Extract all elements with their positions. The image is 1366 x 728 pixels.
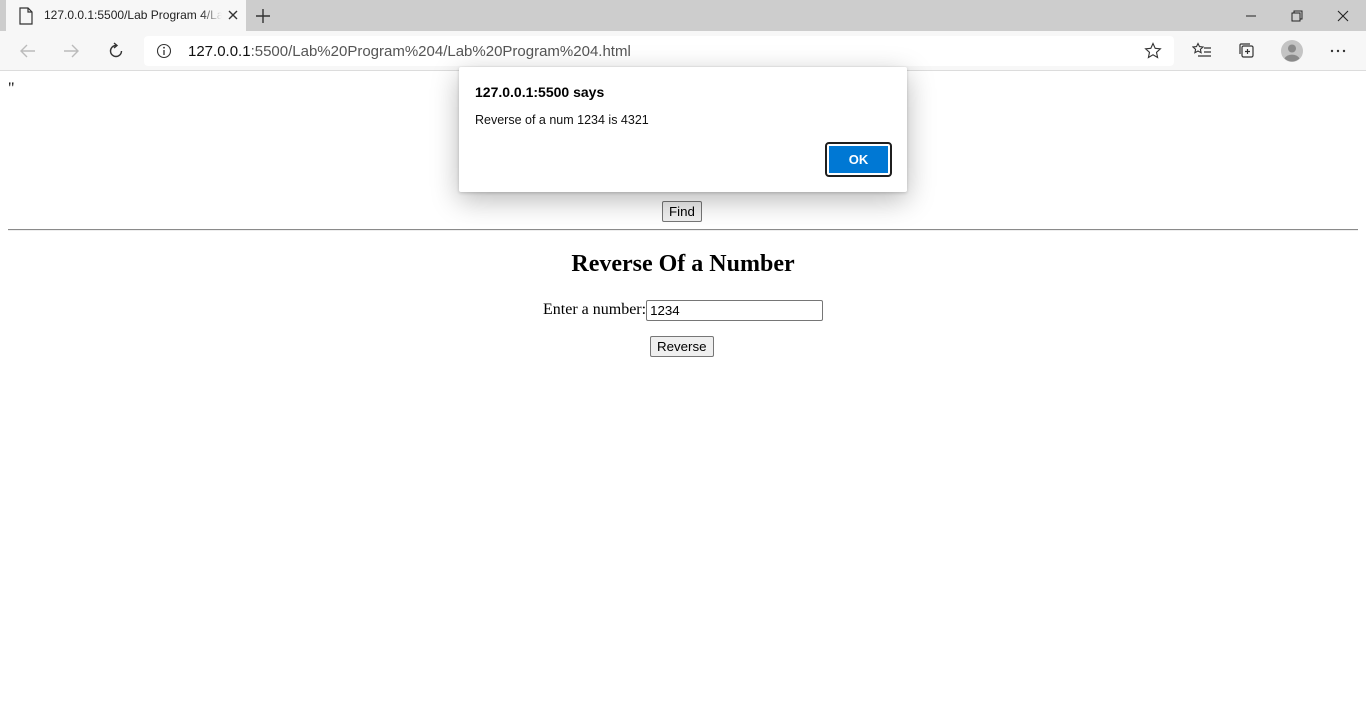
url-host: 127.0.0.1 [188, 43, 251, 60]
dialog-title: 127.0.0.1:5500 says [475, 84, 605, 100]
refresh-icon [109, 42, 123, 58]
forward-button[interactable] [59, 39, 83, 63]
close-window-icon [1337, 10, 1349, 21]
restore-icon [1291, 10, 1303, 21]
tab-strip: 127.0.0.1:5500/Lab Program 4/Lab Program… [0, 0, 1366, 31]
minimize-button[interactable] [1228, 0, 1274, 31]
info-icon[interactable] [156, 43, 172, 59]
active-tab[interactable]: 127.0.0.1:5500/Lab Program 4/Lab Program… [6, 0, 246, 31]
plus-icon[interactable] [252, 5, 274, 27]
profile-icon [1281, 40, 1303, 62]
number-input-label: Enter a number: [543, 301, 647, 318]
number-input[interactable] [646, 299, 824, 321]
reverse-button[interactable]: Reverse [650, 336, 714, 357]
horizontal-rule [8, 229, 1358, 231]
profile-button[interactable] [1280, 39, 1304, 63]
back-arrow-icon [20, 44, 35, 58]
url-path: :5500/Lab%20Program%204/Lab%20Program%20… [250, 43, 631, 60]
close-window-button[interactable] [1320, 0, 1366, 31]
page-heading: Reverse Of a Number [571, 251, 795, 277]
back-button[interactable] [16, 39, 40, 63]
refresh-button[interactable] [104, 39, 128, 63]
browser-window: 127.0.0.1:5500/Lab Program 4/Lab Program… [0, 0, 1366, 728]
close-icon[interactable] [225, 7, 241, 23]
more-button[interactable] [1326, 39, 1350, 63]
favorites-button[interactable] [1190, 39, 1214, 63]
collections-button[interactable] [1235, 39, 1259, 63]
favorites-list-icon [1192, 42, 1211, 57]
number-input-row: Enter a number: [543, 299, 824, 321]
alert-dialog: 127.0.0.1:5500 says Reverse of a num 123… [459, 67, 907, 192]
collections-icon [1239, 43, 1254, 58]
restore-button[interactable] [1274, 0, 1320, 31]
address-bar[interactable]: 127.0.0.1:5500/Lab%20Program%204/Lab%20P… [144, 36, 1174, 66]
more-icon [1330, 49, 1346, 53]
stray-text: " [8, 80, 15, 97]
ok-button[interactable]: OK [825, 142, 892, 177]
tab-title: 127.0.0.1:5500/Lab Program 4/Lab Program… [44, 8, 222, 22]
page-icon [19, 7, 33, 25]
minimize-icon [1246, 15, 1256, 16]
dialog-message: Reverse of a num 1234 is 4321 [475, 113, 649, 127]
url-text[interactable]: 127.0.0.1:5500/Lab%20Program%204/Lab%20P… [188, 43, 631, 60]
star-icon[interactable] [1144, 42, 1162, 60]
find-button[interactable]: Find [662, 201, 702, 222]
forward-arrow-icon [64, 44, 79, 58]
browser-toolbar: 127.0.0.1:5500/Lab%20Program%204/Lab%20P… [0, 31, 1366, 71]
